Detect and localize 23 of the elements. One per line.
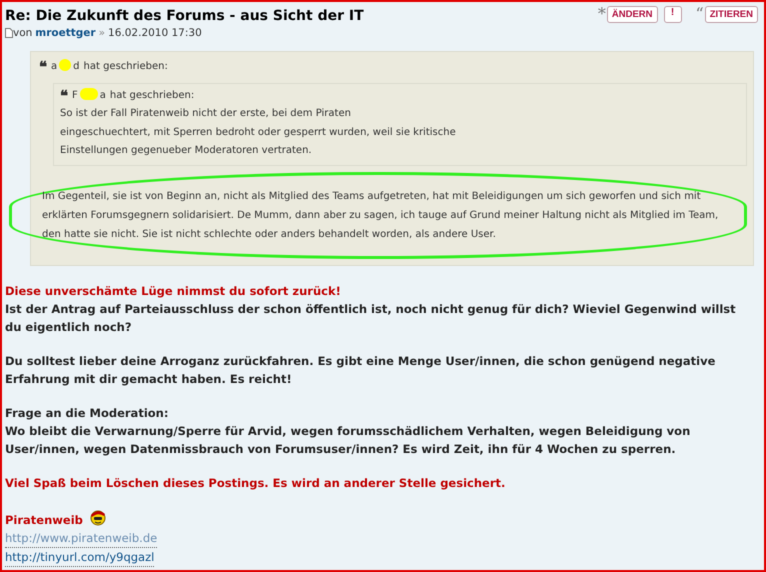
quote-attribution: hat geschrieben:: [110, 88, 194, 102]
quote-text: Einstellungen gegenueber Moderatoren vertraten.: [60, 144, 313, 158]
signature-name: Piratenweib: [5, 512, 83, 526]
body-text: Du solltest lieber deine Arroganz zurückfahren. Es gibt eine Menge User/innen, die schon genügend negative Erfahrung mit dir gemacht haben. Es reicht!: [5, 352, 716, 388]
quote-mark: ❝: [39, 60, 47, 74]
post-date: 16.02.2010 17:30: [108, 27, 202, 39]
body-text: Wo bleibt die Verwarnung/Sperre für Arvid, wegen forumsschädlichem Verhalten, wegen Beleidigung von User/innen, wegen Datenmissbrauch von Forumsuser/innen? Es wird Zeit, ihn für 4 Wochen zu sperren.: [5, 422, 692, 458]
quote-mark: ❝: [60, 88, 68, 103]
body-text: Frage an die Moderation:: [5, 404, 170, 422]
quote-attribution: hat geschrieben:: [84, 60, 168, 74]
quote-text: eingeschuechtert, mit Sperren bedroht oder gesperrt wurden, weil sie kritische: [60, 126, 457, 140]
quote-author: a d: [51, 58, 80, 74]
body-text: Ist der Antrag auf Parteiausschluss der schon öffentlich ist, noch nicht genug für dich? Wieviel Gegenwind willst du eigentlich noch?: [5, 300, 737, 336]
quote-text: So ist der Fall Piratenweib nicht der erste, bei dem Piraten: [60, 107, 352, 121]
quoted-reply-text: Im Gegenteil, sie ist von Beginn an, nicht als Mitglied des Teams aufgetreten, hat mit Beleidigungen um sich geworfen und sich mit erklärten Forumsgegnern solidarisiert. De Mumm, dann aber zu sagen, ich tauge auf Grund meiner Haltung nicht als Mitglied im Team, den hatte sie nicht. Sie ist nicht schlechte oder anders behandelt worden, als andere User.: [42, 190, 720, 242]
separator: »: [98, 27, 106, 39]
post-title: Re: Die Zukunft des Forums - aus Sicht der IT: [5, 8, 364, 24]
signature-link[interactable]: http://tinyurl.com/y9qgazl: [5, 548, 154, 566]
by-label: von: [13, 27, 32, 39]
highlighted-text: Viel Spaß beim Löschen dieses Postings. Es wird an anderer Stelle gesichert.: [5, 474, 506, 492]
quote-author: F a: [72, 86, 106, 102]
author-link[interactable]: mroettger: [35, 27, 96, 39]
highlighted-text: Diese unverschämte Lüge nimmst du sofort zurück!: [5, 282, 342, 300]
